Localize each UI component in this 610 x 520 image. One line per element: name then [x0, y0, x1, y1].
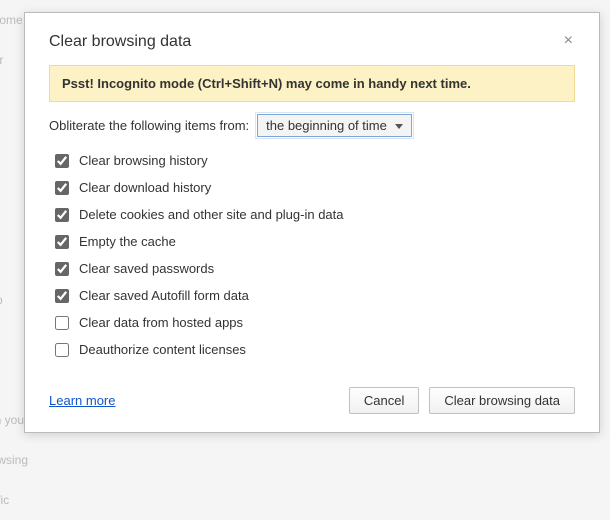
time-range-select[interactable]: the beginning of time [257, 114, 412, 137]
checkbox-browsing-history[interactable] [55, 154, 69, 168]
time-range-row: Obliterate the following items from: the… [49, 118, 575, 133]
option-download-history: Clear download history [55, 174, 575, 201]
option-cache: Empty the cache [55, 228, 575, 255]
option-label: Empty the cache [79, 234, 176, 249]
dialog-title: Clear browsing data [49, 33, 191, 51]
clear-browsing-data-button[interactable]: Clear browsing data [429, 387, 575, 414]
option-label: Deauthorize content licenses [79, 342, 246, 357]
checkbox-download-history[interactable] [55, 181, 69, 195]
checkbox-autofill[interactable] [55, 289, 69, 303]
close-icon[interactable]: × [562, 33, 575, 49]
checkbox-cookies[interactable] [55, 208, 69, 222]
button-group: Cancel Clear browsing data [349, 387, 575, 414]
checkbox-hosted-apps[interactable] [55, 316, 69, 330]
option-label: Clear saved passwords [79, 261, 214, 276]
option-browsing-history: Clear browsing history [55, 147, 575, 174]
clear-browsing-data-dialog: Clear browsing data × Psst! Incognito mo… [24, 12, 600, 433]
obliterate-label: Obliterate the following items from: [49, 118, 249, 133]
option-label: Clear download history [79, 180, 211, 195]
option-content-licenses: Deauthorize content licenses [55, 336, 575, 363]
options-list: Clear browsing history Clear download hi… [49, 147, 575, 363]
checkbox-cache[interactable] [55, 235, 69, 249]
option-label: Delete cookies and other site and plug-i… [79, 207, 344, 222]
option-cookies: Delete cookies and other site and plug-i… [55, 201, 575, 228]
option-passwords: Clear saved passwords [55, 255, 575, 282]
option-label: Clear browsing history [79, 153, 208, 168]
option-hosted-apps: Clear data from hosted apps [55, 309, 575, 336]
dialog-footer: Learn more Cancel Clear browsing data [49, 387, 575, 414]
option-autofill: Clear saved Autofill form data [55, 282, 575, 309]
checkbox-content-licenses[interactable] [55, 343, 69, 357]
cancel-button[interactable]: Cancel [349, 387, 419, 414]
checkbox-passwords[interactable] [55, 262, 69, 276]
learn-more-link[interactable]: Learn more [49, 393, 115, 408]
dialog-header: Clear browsing data × [49, 33, 575, 51]
incognito-hint: Psst! Incognito mode (Ctrl+Shift+N) may … [49, 65, 575, 102]
option-label: Clear saved Autofill form data [79, 288, 249, 303]
option-label: Clear data from hosted apps [79, 315, 243, 330]
